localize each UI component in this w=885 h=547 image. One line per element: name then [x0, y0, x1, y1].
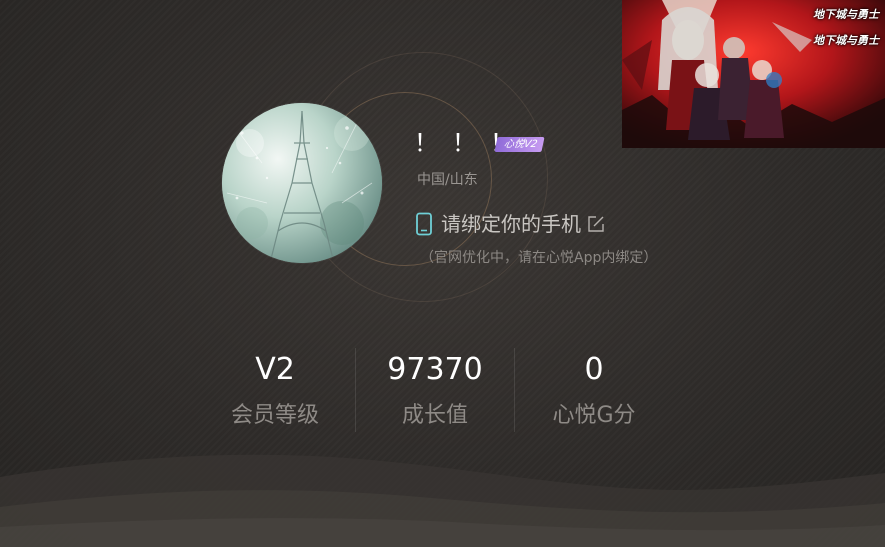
user-location: 中国/山东: [417, 172, 478, 188]
stat-value: V2: [255, 352, 295, 387]
stat-growth-value[interactable]: 97370 成长值: [356, 348, 514, 434]
stat-g-points[interactable]: 0 心悦G分: [515, 348, 673, 434]
bind-phone-hint: （官网优化中，请在心悦App内绑定）: [420, 250, 658, 266]
stat-member-level[interactable]: V2 会员等级: [196, 348, 354, 434]
decorative-waves: [0, 454, 885, 547]
phone-icon: [416, 212, 432, 236]
bind-phone-link[interactable]: 请绑定你的手机: [415, 209, 605, 239]
stat-label: 心悦G分: [552, 403, 636, 428]
vip-level-badge: 心悦V2: [494, 137, 545, 152]
bind-phone-text[interactable]: 请绑定你的手机: [441, 209, 581, 239]
game-title-1: 地下城与勇士: [813, 8, 879, 21]
avatar[interactable]: [222, 103, 382, 263]
game-banner-art: [622, 0, 885, 148]
stats-bar: V2 会员等级 97370 成长值 0 心悦G分: [196, 348, 674, 438]
stat-value: 97370: [387, 352, 483, 387]
game-title-2: 地下城与勇士: [813, 34, 879, 47]
edit-icon[interactable]: [587, 215, 605, 233]
stat-label: 会员等级: [230, 403, 319, 428]
stat-label: 成长值: [401, 403, 468, 428]
game-banner-thumbnail[interactable]: 地下城与勇士 地下城与勇士: [622, 0, 885, 148]
profile-page: ！！！ 心悦V2 中国/山东 请绑定你的手机 （官网优化中，请在心悦App内绑定…: [0, 0, 885, 547]
stat-value: 0: [584, 352, 604, 387]
